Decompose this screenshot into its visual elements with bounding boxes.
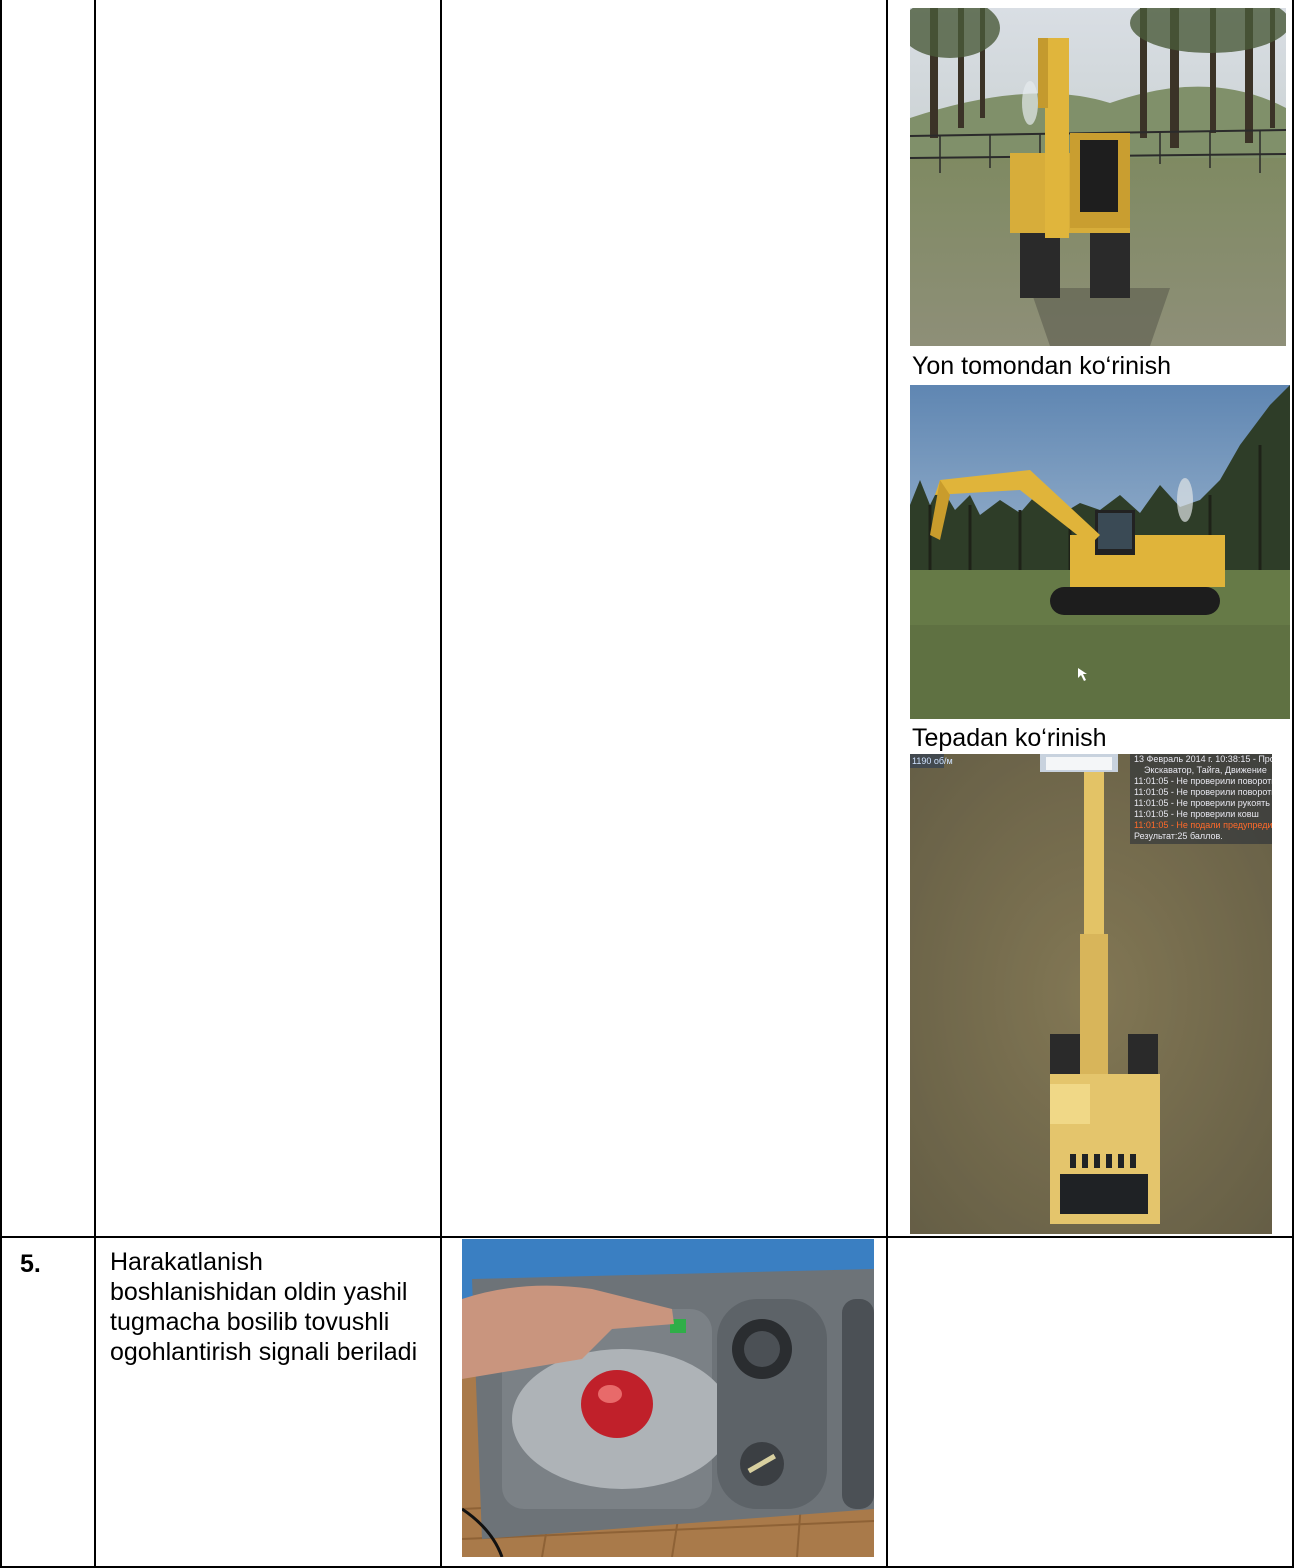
top-view-caption: Tepadan ko‘rinish — [912, 724, 1107, 752]
hud-result: Результат:25 баллов. — [1134, 831, 1223, 841]
excavator-front-view-photo — [910, 8, 1286, 346]
excavator-side-view-photo — [910, 385, 1290, 719]
hud-log-line: 11:01:05 - Не проверили ковш — [1134, 809, 1259, 819]
hud-log-line: 11:01:05 - Не проверили поворотный — [1134, 787, 1272, 797]
step-description: Harakatlanish boshlanishidan oldin yashi… — [110, 1248, 418, 1366]
excavator-top-view-photo: 1190 об/м 13 Февраль 2014 г. 10:38:15 - … — [910, 754, 1272, 1234]
table-border-left — [0, 0, 2, 1568]
hud-subheader: Экскаватор, Тайга, Движение — [1144, 765, 1267, 775]
hud-log-line: 11:01:05 - Не проверили поворотный — [1134, 776, 1272, 786]
table-border-col2 — [440, 0, 442, 1568]
row-number: 5. — [20, 1250, 41, 1278]
hud-header: 13 Февраль 2014 г. 10:38:15 - Пройдено — [1134, 754, 1272, 764]
table-border-col1 — [94, 0, 96, 1568]
table-border-row-divider — [0, 1236, 1294, 1238]
hud-log-line: 11:01:05 - Не проверили рукоять — [1134, 798, 1270, 808]
hud-warning: 11:01:05 - Не подали предупредите — [1134, 820, 1272, 830]
side-view-caption: Yon tomondan ko‘rinish — [912, 352, 1171, 380]
control-panel-photo — [462, 1239, 874, 1557]
table-border-col3 — [886, 0, 888, 1568]
hud-speed: 1190 об/м — [912, 756, 953, 766]
